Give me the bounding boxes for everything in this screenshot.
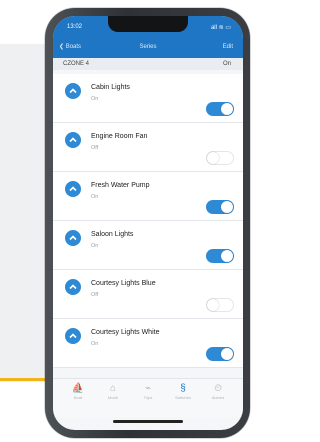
chevron-up-icon (65, 328, 81, 344)
toggle-knob (221, 250, 233, 262)
boat-icon: ⛵ (71, 383, 85, 394)
list-item[interactable]: Engine Room Fan Off (53, 123, 243, 172)
toggle-knob (221, 348, 233, 360)
home-indicator (113, 420, 183, 423)
list-item[interactable]: Courtesy Lights Blue Off (53, 270, 243, 319)
nav-bar: ❮ Boats Series Edit (53, 36, 243, 58)
status-time: 13:02 (67, 24, 83, 30)
chevron-up-icon (65, 181, 81, 197)
list-item[interactable]: Fresh Water Pump On (53, 172, 243, 221)
item-name: Courtesy Lights White (91, 329, 160, 336)
item-name: Saloon Lights (91, 231, 134, 238)
item-state: On (91, 96, 99, 102)
item-toggle[interactable] (206, 298, 234, 312)
zone-state: On (222, 61, 231, 67)
item-toggle[interactable] (206, 151, 234, 165)
toggle-knob (207, 152, 219, 164)
item-state: Off (91, 292, 99, 298)
list-item[interactable]: Cabin Lights On (53, 74, 243, 123)
list-item[interactable]: Saloon Lights On (53, 221, 243, 270)
item-toggle[interactable] (206, 347, 234, 361)
phone-screen: 13:02 all ≋ ▭ ❮ Boats Series Edit CZONE … (53, 16, 243, 430)
alarm-icon: ⏲ (214, 383, 222, 394)
tab-label: Alarms (211, 395, 225, 400)
home-icon: ⌂ (109, 383, 117, 394)
item-state: On (91, 194, 99, 200)
nav-title: Series (139, 44, 157, 50)
tab-trips[interactable]: ⌁ Trips (133, 383, 163, 400)
tab-bar: ⛵ Boat ⌂ Mode ⌁ Trips § Switches ⏲ Alarms (53, 378, 243, 417)
chevron-up-icon (65, 83, 81, 99)
chart-icon: ⌁ (144, 383, 152, 394)
item-state: Off (91, 145, 99, 151)
chevron-up-icon (65, 132, 81, 148)
chevron-up-icon (65, 279, 81, 295)
toggle-knob (207, 299, 219, 311)
item-toggle[interactable] (206, 200, 234, 214)
list-item[interactable]: Courtesy Lights White On (53, 319, 243, 368)
status-signal: all ≋ ▭ (210, 25, 231, 31)
item-name: Engine Room Fan (91, 133, 148, 140)
tab-boat[interactable]: ⛵ Boat (63, 383, 93, 400)
tab-label: Mode (107, 395, 118, 400)
zone-name: CZONE 4 (63, 61, 90, 67)
item-state: On (91, 243, 99, 249)
toggle-knob (221, 201, 233, 213)
item-toggle[interactable] (206, 102, 234, 116)
tab-alarms[interactable]: ⏲ Alarms (203, 383, 233, 400)
edit-button[interactable]: Edit (223, 44, 233, 50)
item-name: Courtesy Lights Blue (91, 280, 156, 287)
zone-header: CZONE 4 On (53, 58, 243, 70)
notch (108, 16, 188, 32)
switch-icon: § (180, 383, 186, 394)
tab-switches[interactable]: § Switches (168, 383, 198, 400)
tab-label: Trips (143, 395, 153, 400)
tab-mode[interactable]: ⌂ Mode (98, 383, 128, 400)
chevron-up-icon (65, 230, 81, 246)
item-state: On (91, 341, 99, 347)
item-name: Cabin Lights (91, 84, 130, 91)
item-toggle[interactable] (206, 249, 234, 263)
tab-label: Boat (73, 395, 83, 400)
tab-label: Switches (174, 395, 191, 400)
toggle-knob (221, 103, 233, 115)
item-name: Fresh Water Pump (91, 182, 150, 189)
